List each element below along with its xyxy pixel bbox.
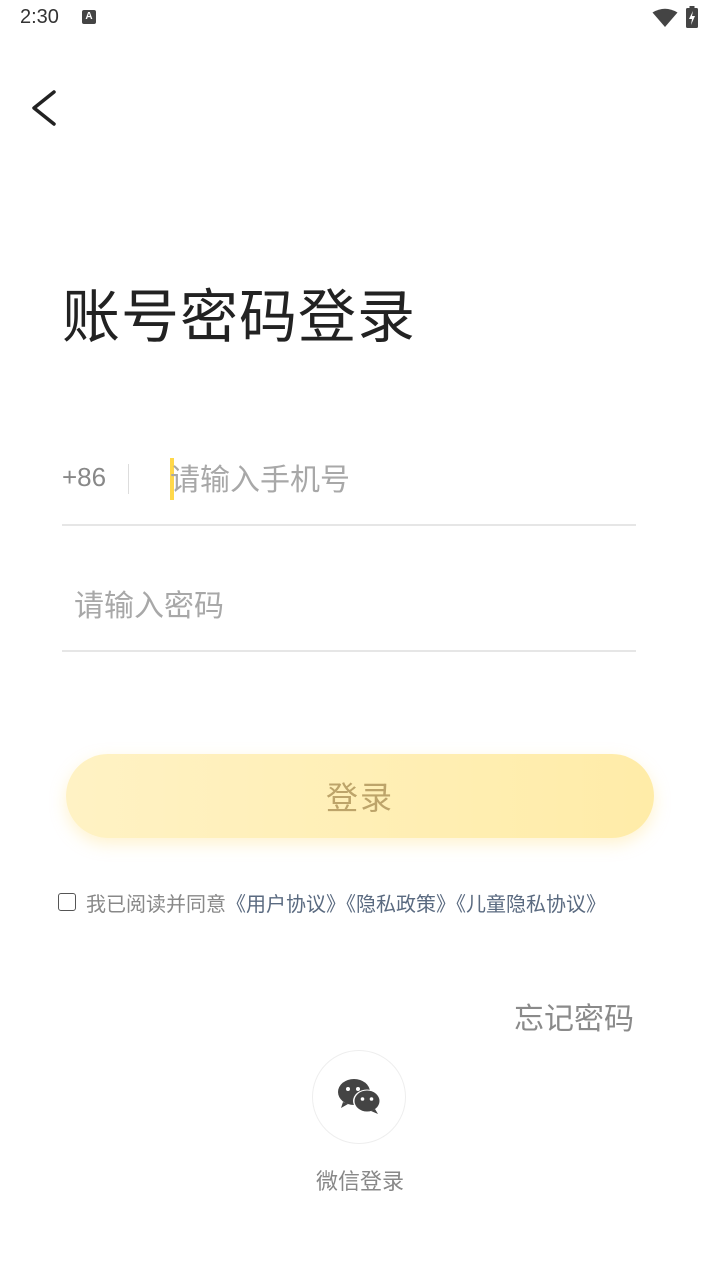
agreement-text: 我已阅读并同意《用户协议》《隐私政策》《儿童隐私协议》: [86, 888, 606, 920]
page-title: 账号密码登录: [62, 283, 417, 351]
login-screen: 2:30 A 账号密码登录 +86 登录 我已阅读并同意《用户协议》《隐私政策》…: [0, 0, 720, 1280]
wechat-login-label: 微信登录: [315, 1170, 404, 1195]
status-time: 2:30: [20, 6, 59, 28]
divider: [128, 464, 129, 494]
status-bar: 2:30 A: [0, 0, 720, 36]
user-agreement-link[interactable]: 《用户协议》: [226, 892, 346, 916]
agreement-checkbox[interactable]: [58, 893, 76, 911]
phone-input[interactable]: [170, 452, 630, 508]
country-code-selector[interactable]: +86: [62, 462, 106, 493]
notification-icon: A: [82, 10, 96, 24]
wechat-icon: [338, 1079, 381, 1114]
chevron-left-icon: [32, 90, 56, 126]
phone-field-row: +86: [62, 440, 636, 526]
wifi-icon: [652, 8, 678, 27]
forgot-password-link[interactable]: 忘记密码: [514, 994, 634, 1038]
login-button[interactable]: 登录: [66, 754, 654, 838]
agreement-prefix: 我已阅读并同意: [86, 892, 226, 916]
agreement-row: 我已阅读并同意《用户协议》《隐私政策》《儿童隐私协议》: [58, 888, 698, 920]
password-input[interactable]: [74, 578, 614, 634]
child-privacy-link[interactable]: 《儿童隐私协议》: [456, 892, 606, 916]
password-field-row: [62, 566, 636, 652]
battery-charging-icon: [686, 6, 698, 28]
privacy-policy-link[interactable]: 《隐私政策》: [346, 892, 456, 916]
back-button[interactable]: [22, 84, 70, 132]
wechat-login-button[interactable]: [312, 1050, 406, 1144]
